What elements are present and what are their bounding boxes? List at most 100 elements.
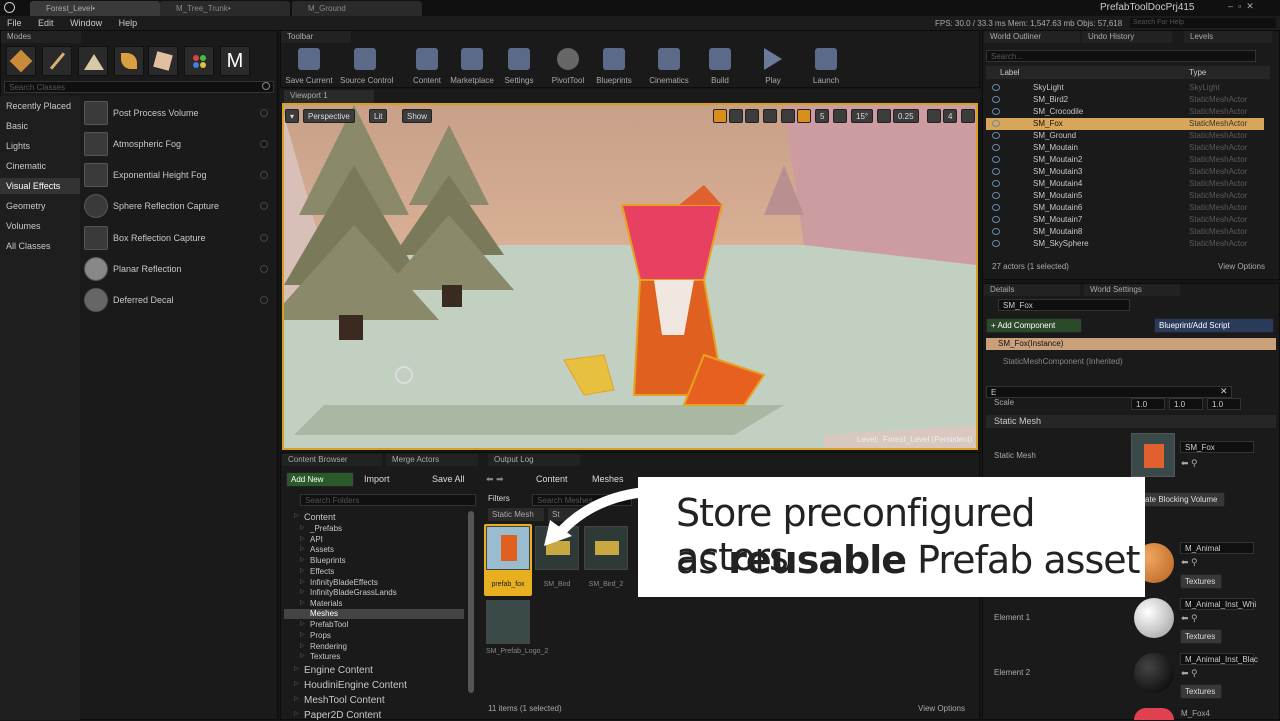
folder-item[interactable]: InfinityBladeGrassLands — [300, 588, 397, 597]
outliner-row[interactable]: SM_SkySphere StaticMeshActor — [986, 238, 1270, 250]
rotate-icon[interactable] — [729, 109, 743, 123]
pivot-tool-button[interactable]: PivotTool — [543, 46, 593, 85]
foliage-mode-icon[interactable] — [114, 46, 144, 76]
rotation-snap-icon[interactable] — [833, 109, 847, 123]
category-basic[interactable]: Basic — [6, 121, 28, 131]
visibility-eye-icon[interactable] — [992, 84, 1000, 91]
viewport-tab[interactable]: Viewport 1 — [284, 90, 374, 103]
save-all-button[interactable]: Save All — [432, 474, 465, 484]
browse-icon[interactable]: ⬅ ⚲ — [1181, 458, 1198, 469]
help-icon[interactable] — [260, 234, 268, 242]
material-thumbnail[interactable] — [1134, 708, 1174, 720]
menu-file[interactable]: File — [7, 16, 22, 30]
history-arrows-icon[interactable]: ⬅ ➡ — [486, 474, 504, 485]
folder-item[interactable]: Assets — [300, 545, 334, 554]
folder-search-input[interactable]: Search Folders — [300, 494, 476, 506]
blueprint-add-script-button[interactable]: Blueprint/Add Script — [1154, 318, 1274, 333]
outliner-view-options[interactable]: View Options — [1218, 262, 1265, 271]
outliner-search-input[interactable]: Search... — [986, 50, 1256, 62]
visibility-eye-icon[interactable] — [992, 180, 1000, 187]
folder-item[interactable]: Rendering — [300, 642, 347, 651]
mesh-picker[interactable]: SM_Fox — [1180, 441, 1254, 453]
folder-item[interactable]: Materials — [300, 599, 343, 608]
outliner-row[interactable]: SM_Bird2 StaticMeshActor — [986, 94, 1270, 106]
column-type[interactable]: Type — [1189, 68, 1206, 77]
root-paper2d-content[interactable]: Paper2D Content — [294, 710, 381, 721]
visibility-eye-icon[interactable] — [992, 108, 1000, 115]
cinematics-button[interactable]: Cinematics — [644, 46, 694, 85]
browse-icon[interactable]: ⬅ ⚲ — [1181, 613, 1198, 624]
textures-dropdown[interactable]: Textures — [1180, 629, 1222, 644]
perspective-button[interactable]: Perspective — [303, 109, 355, 123]
material-picker[interactable]: M_Fox4 — [1181, 709, 1210, 718]
menu-help[interactable]: Help — [119, 16, 138, 30]
translate-icon[interactable] — [713, 109, 727, 123]
surface-snap-icon[interactable] — [781, 109, 795, 123]
outliner-row[interactable]: SkyLight SkyLight — [986, 82, 1270, 94]
scale-snap-button[interactable]: 0.25 — [893, 109, 919, 123]
outliner-row[interactable]: SM_Moutain2 StaticMeshActor — [986, 154, 1270, 166]
class-item[interactable]: Planar Reflection — [84, 257, 274, 285]
class-item[interactable]: Sphere Reflection Capture — [84, 194, 274, 222]
asset-prefab-fox[interactable] — [486, 526, 530, 570]
category-cinematic[interactable]: Cinematic — [6, 161, 46, 171]
category-all-classes[interactable]: All Classes — [6, 241, 51, 251]
material-thumbnail[interactable] — [1134, 653, 1174, 693]
browse-icon[interactable]: ⬅ ⚲ — [1181, 668, 1198, 679]
grid-snap-icon[interactable] — [797, 109, 811, 123]
material-picker[interactable]: M_Animal_Inst_Whi — [1180, 598, 1256, 610]
class-item[interactable]: Box Reflection Capture — [84, 226, 274, 254]
category-recently-placed[interactable]: Recently Placed — [6, 101, 71, 111]
outliner-row[interactable]: SM_Moutain5 StaticMeshActor — [986, 190, 1270, 202]
help-icon[interactable] — [260, 296, 268, 304]
play-button[interactable]: Play — [748, 46, 798, 85]
toolbar-tab[interactable]: Toolbar — [281, 31, 351, 43]
scale-snap-icon[interactable] — [877, 109, 891, 123]
tab-world-outliner[interactable]: World Outliner — [984, 31, 1080, 43]
window-controls[interactable]: – ▫ ✕ — [1228, 1, 1254, 12]
visibility-eye-icon[interactable] — [992, 240, 1000, 247]
outliner-row[interactable]: SM_Moutain7 StaticMeshActor — [986, 214, 1270, 226]
folder-item[interactable]: _Prefabs — [300, 524, 342, 533]
build-button[interactable]: Build — [695, 46, 745, 85]
clear-filter-icon[interactable]: ✕ — [1220, 386, 1228, 397]
content-view-options[interactable]: View Options — [918, 704, 965, 713]
asset-sm-prefab-logo[interactable] — [486, 600, 530, 644]
viewport[interactable] — [282, 103, 978, 450]
visibility-eye-icon[interactable] — [992, 228, 1000, 235]
landscape-mode-icon[interactable] — [78, 46, 108, 76]
visibility-eye-icon[interactable] — [992, 168, 1000, 175]
visibility-eye-icon[interactable] — [992, 120, 1000, 127]
marketplace-button[interactable]: Marketplace — [447, 46, 497, 85]
tab-world-settings[interactable]: World Settings — [1084, 284, 1180, 296]
tab-ground[interactable]: M_Ground — [292, 1, 422, 16]
outliner-row[interactable]: SM_Moutain4 StaticMeshActor — [986, 178, 1270, 190]
root-houdini-content[interactable]: HoudiniEngine Content — [294, 680, 407, 691]
outliner-row[interactable]: SM_Moutain StaticMeshActor — [986, 142, 1270, 154]
grid-size-button[interactable]: 5 — [815, 109, 830, 123]
visibility-eye-icon[interactable] — [992, 216, 1000, 223]
folder-content[interactable]: Content — [294, 512, 335, 522]
root-engine-content[interactable]: Engine Content — [294, 665, 373, 676]
show-button[interactable]: Show — [402, 109, 433, 123]
visibility-eye-icon[interactable] — [992, 192, 1000, 199]
settings-button[interactable]: Settings — [494, 46, 544, 85]
folder-item[interactable]: API — [300, 535, 323, 544]
help-icon[interactable] — [260, 109, 268, 117]
create-blocking-volume-button[interactable]: ate Blocking Volume — [1140, 492, 1225, 507]
folder-item[interactable]: Effects — [300, 567, 334, 576]
help-search-input[interactable]: Search For Help — [1130, 18, 1276, 28]
visibility-eye-icon[interactable] — [992, 144, 1000, 151]
tab-details[interactable]: Details — [984, 284, 1080, 296]
menu-window[interactable]: Window — [70, 16, 102, 30]
camera-speed-icon[interactable] — [927, 109, 941, 123]
class-item[interactable]: Exponential Height Fog — [84, 163, 274, 191]
scale-icon[interactable] — [745, 109, 759, 123]
folder-item[interactable]: Props — [300, 631, 331, 640]
folder-meshes-selected[interactable]: Meshes — [310, 609, 338, 618]
component-inherited-row[interactable]: StaticMeshComponent (Inherited) — [1003, 357, 1123, 366]
visibility-eye-icon[interactable] — [992, 96, 1000, 103]
outliner-row[interactable]: SM_Ground StaticMeshActor — [986, 130, 1270, 142]
save-current-button[interactable]: Save Current — [284, 46, 334, 85]
outliner-row[interactable]: SM_Moutain3 StaticMeshActor — [986, 166, 1270, 178]
